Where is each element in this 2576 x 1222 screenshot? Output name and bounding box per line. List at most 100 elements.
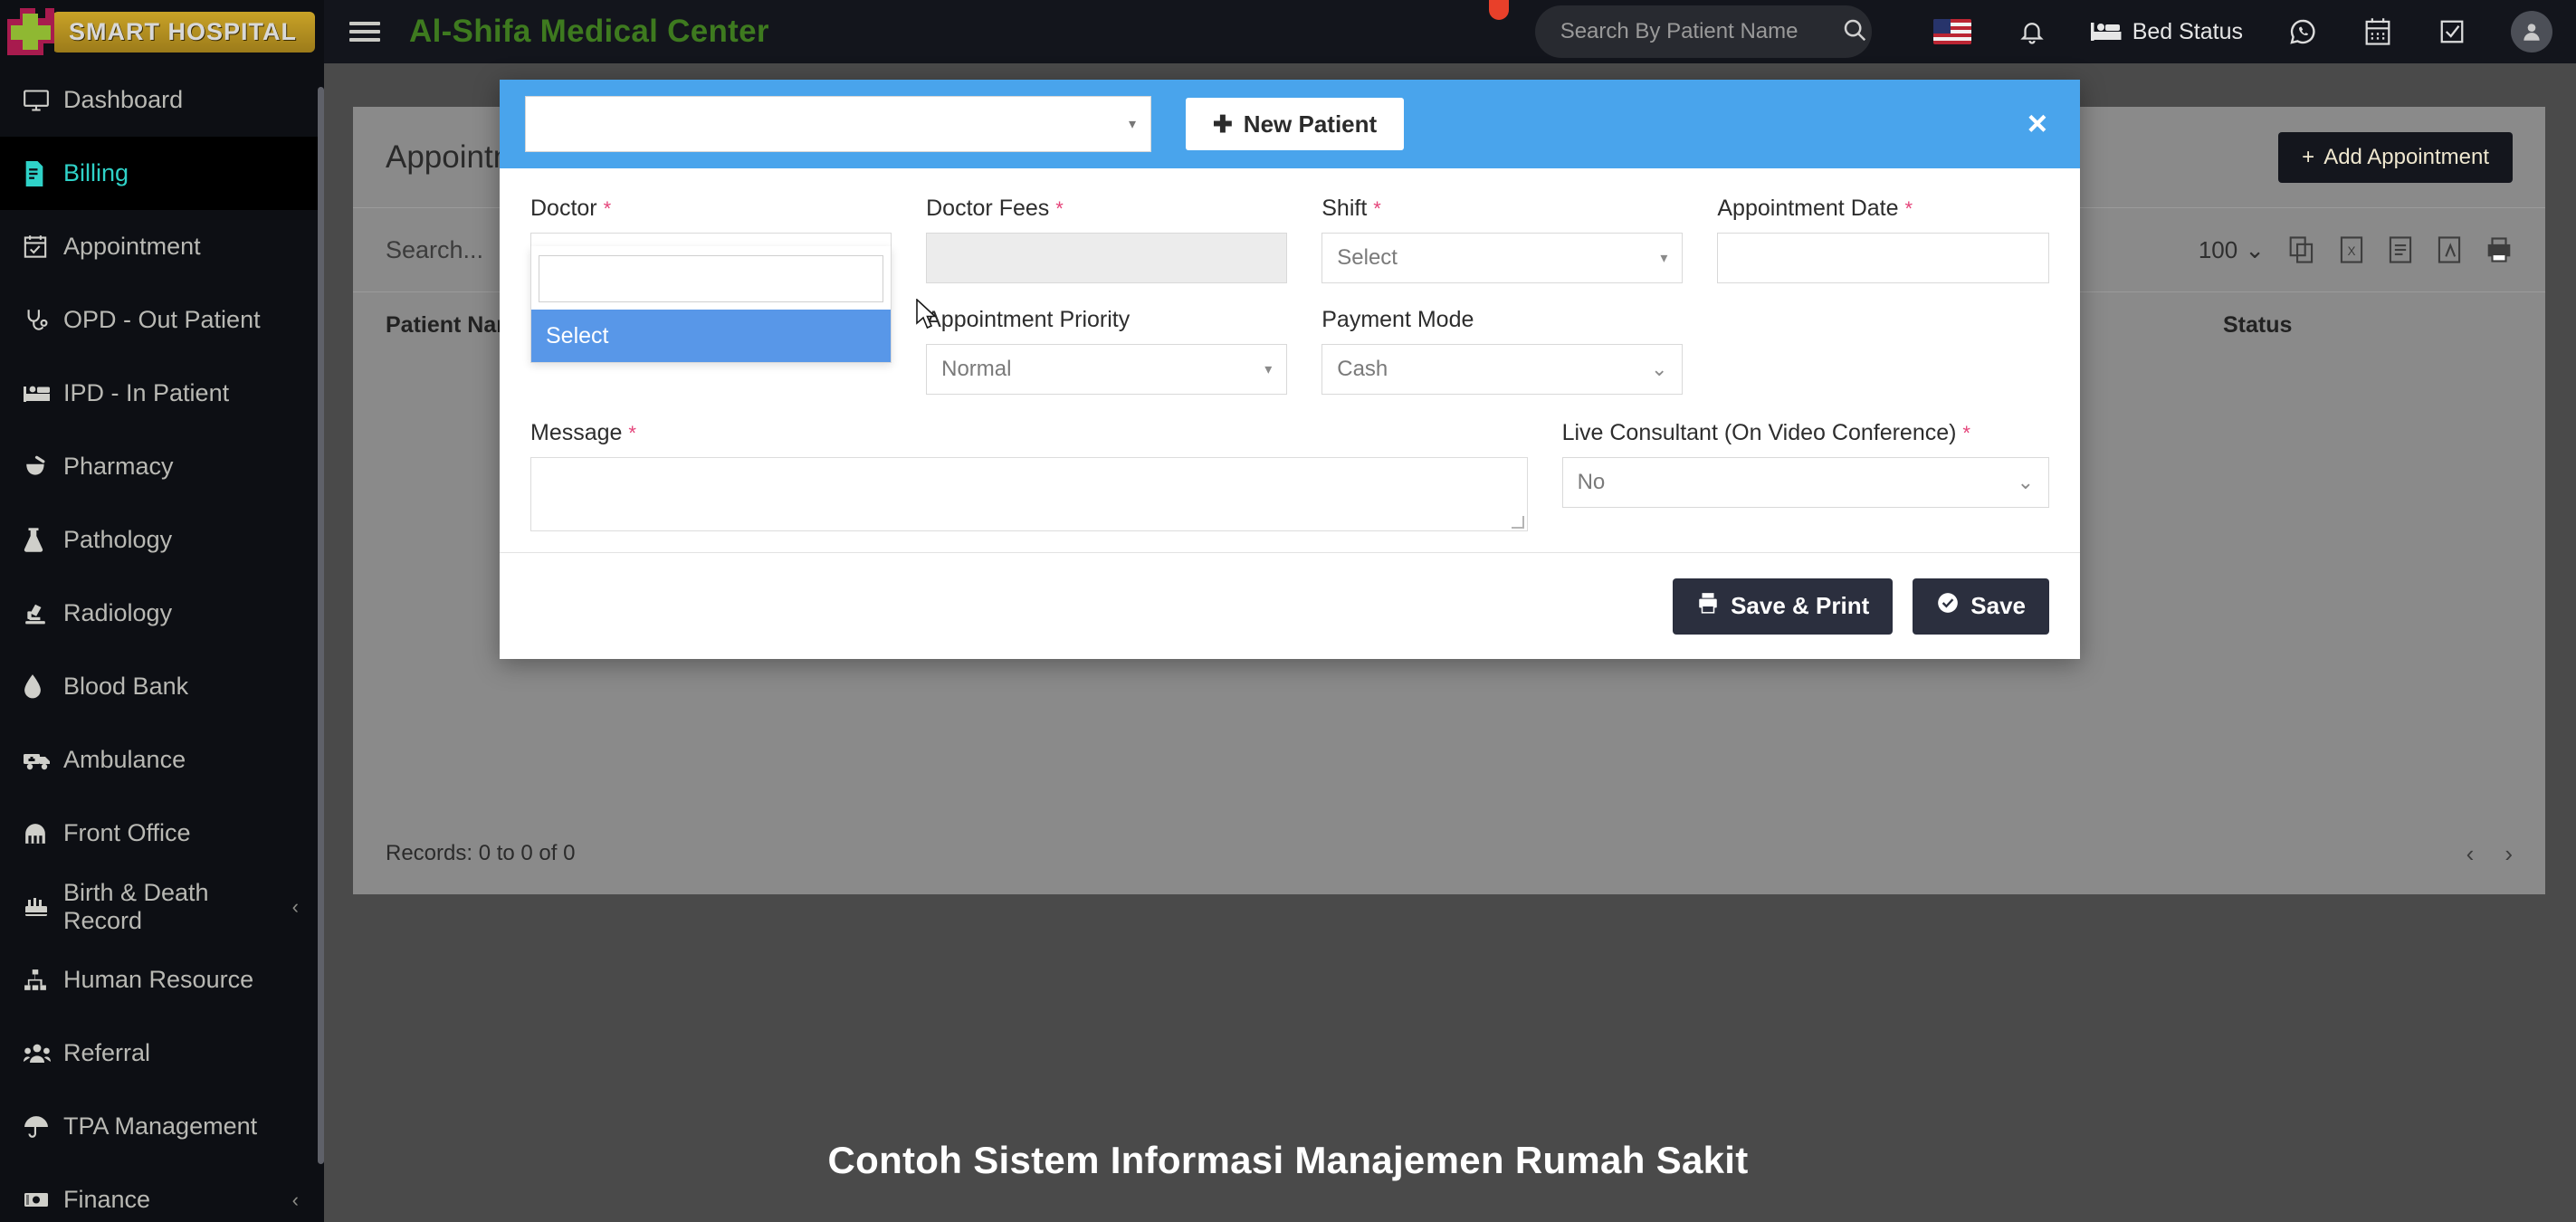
sidebar-item-human-resource[interactable]: Human Resource	[0, 943, 324, 1017]
app-root: SMART HOSPITAL Dashboard Billing Appointme…	[0, 0, 2576, 1222]
sidebar-item-label: Pharmacy	[63, 453, 174, 480]
sidebar-item-radiology[interactable]: Radiology	[0, 577, 324, 650]
table-footer: Records: 0 to 0 of 0 ‹ ›	[353, 813, 2545, 894]
sidebar-item-pathology[interactable]: Pathology	[0, 503, 324, 577]
shift-select[interactable]: Select ▾	[1321, 233, 1684, 283]
sidebar-item-billing[interactable]: Billing	[0, 137, 324, 210]
hospital-bed-icon	[24, 383, 63, 405]
sidebar-scrollbar[interactable]	[318, 87, 324, 1164]
next-page-button[interactable]: ›	[2504, 840, 2513, 868]
sidebar-item-ipd-in-patient[interactable]: IPD - In Patient	[0, 357, 324, 430]
doctor-dropdown-search-wrap	[531, 246, 891, 310]
doctor-fees-input[interactable]	[926, 233, 1288, 283]
bed-status-button[interactable]: Bed Status	[2090, 19, 2243, 45]
label-appointment-date: Appointment Date *	[1717, 196, 2049, 222]
records-count: Records: 0 to 0 of 0	[386, 841, 576, 865]
pdf-icon[interactable]	[2437, 235, 2462, 264]
sidebar-item-pharmacy[interactable]: Pharmacy	[0, 430, 324, 503]
sidebar-nav: Dashboard Billing Appointment OPD - Out Pat…	[0, 63, 324, 1222]
resize-grip-icon[interactable]	[1511, 516, 1524, 529]
calendar-check-icon	[24, 234, 63, 259]
message-textarea[interactable]	[530, 457, 1528, 531]
sidebar-item-opd-out-patient[interactable]: OPD - Out Patient	[0, 283, 324, 357]
page-length-select[interactable]: 100 ⌄	[2199, 236, 2265, 264]
header-actions: Bed Status	[1534, 5, 2576, 58]
new-patient-button[interactable]: ✚ New Patient	[1186, 98, 1405, 150]
label-shift: Shift *	[1321, 196, 1683, 222]
column-label: Status	[2223, 312, 2293, 338]
appointment-date-input[interactable]	[1717, 233, 2050, 283]
sidebar-item-label: Billing	[63, 159, 129, 186]
blood-drop-icon	[24, 674, 63, 699]
sidebar-item-label: Radiology	[63, 599, 173, 626]
doctor-dropdown-panel: Select	[530, 246, 892, 363]
sidebar-item-ambulance[interactable]: Ambulance	[0, 723, 324, 797]
sidebar-item-label: Front Office	[63, 819, 191, 846]
sidebar-item-front-office[interactable]: Front Office	[0, 797, 324, 870]
stethoscope-icon	[24, 308, 63, 332]
sidebar-item-finance[interactable]: Finance ‹	[0, 1163, 324, 1222]
pagination: ‹ ›	[2466, 840, 2513, 868]
field-doctor-fees: Doctor Fees * Appointment Priority Norma…	[926, 196, 1288, 395]
copy-icon[interactable]	[2288, 235, 2315, 264]
user-avatar-icon[interactable]	[2511, 11, 2552, 53]
sidebar-item-referral[interactable]: Referral	[0, 1017, 324, 1090]
sidebar-item-tpa-management[interactable]: TPA Management	[0, 1090, 324, 1163]
sidebar: SMART HOSPITAL Dashboard Billing Appointme…	[0, 0, 324, 1222]
bell-icon[interactable]	[2018, 17, 2046, 46]
field-payment-mode: Payment Mode Cash ⌄	[1321, 307, 1684, 395]
label-doctor-fees: Doctor Fees *	[926, 196, 1287, 222]
save-and-print-button[interactable]: Save & Print	[1673, 578, 1894, 635]
appointment-priority-select[interactable]: Normal ▾	[926, 344, 1288, 395]
add-appointment-button[interactable]: + Add Appointment	[2278, 131, 2513, 183]
chevron-down-icon: ⌄	[1650, 358, 1668, 380]
birth-death-icon	[24, 896, 63, 918]
hamburger-icon[interactable]	[349, 17, 380, 46]
excel-icon[interactable]: X	[2339, 235, 2364, 264]
payment-mode-value: Cash	[1337, 357, 1388, 381]
sidebar-item-blood-bank[interactable]: Blood Bank	[0, 650, 324, 723]
column-header-status[interactable]: Status	[2223, 312, 2292, 339]
medical-cross-logo-icon	[7, 8, 54, 55]
patient-select-dropdown[interactable]: ▾	[525, 96, 1151, 152]
sidebar-item-label: Referral	[63, 1039, 151, 1066]
csv-doc-icon[interactable]	[2388, 235, 2413, 264]
label-text: Live Consultant (On Video Conference)	[1561, 420, 1957, 445]
print-icon[interactable]	[2485, 236, 2513, 263]
payment-mode-select[interactable]: Cash ⌄	[1321, 344, 1684, 395]
microscope-icon	[24, 601, 63, 625]
save-button[interactable]: Save	[1913, 578, 2049, 635]
label-text: Doctor	[530, 196, 597, 221]
table-search-label[interactable]: Search...	[386, 236, 483, 264]
users-icon	[24, 1043, 63, 1064]
new-patient-label: New Patient	[1243, 110, 1378, 138]
sidebar-item-birth-death-record[interactable]: Birth & Death Record ‹	[0, 870, 324, 943]
check-square-icon[interactable]	[2438, 17, 2466, 46]
calendar-icon[interactable]	[2364, 17, 2391, 46]
label-doctor: Doctor *	[530, 196, 892, 222]
caret-down-icon: ▾	[1128, 117, 1136, 132]
whatsapp-icon[interactable]	[2288, 17, 2317, 46]
brand-logo[interactable]: SMART HOSPITAL	[0, 0, 324, 63]
search-input[interactable]	[1560, 19, 1841, 44]
search-icon[interactable]	[1841, 16, 1868, 48]
sidebar-item-label: Ambulance	[63, 746, 186, 773]
label-message: Message *	[530, 420, 1528, 446]
doctor-dropdown-option[interactable]: Select	[531, 310, 892, 362]
page-title: Al-Shifa Medical Center	[409, 14, 769, 49]
sidebar-item-dashboard[interactable]: Dashboard	[0, 63, 324, 137]
label-text: Message	[530, 420, 623, 445]
plus-icon: ✚	[1213, 110, 1233, 138]
close-icon[interactable]: ×	[2027, 107, 2047, 141]
sidebar-item-appointment[interactable]: Appointment	[0, 210, 324, 283]
sidebar-item-label: TPA Management	[63, 1112, 258, 1140]
required-marker: *	[628, 422, 636, 444]
brand-name: SMART HOSPITAL	[69, 17, 297, 45]
us-flag-icon[interactable]	[1932, 19, 1971, 44]
field-doctor: Doctor * Select ▴ Select	[530, 196, 892, 395]
prev-page-button[interactable]: ‹	[2466, 840, 2475, 868]
field-live-consultant: Live Consultant (On Video Conference) * …	[1561, 420, 2049, 531]
header-search[interactable]	[1534, 5, 1872, 58]
doctor-dropdown-search-input[interactable]	[539, 255, 884, 302]
live-consultant-select[interactable]: No ⌄	[1561, 457, 2049, 508]
